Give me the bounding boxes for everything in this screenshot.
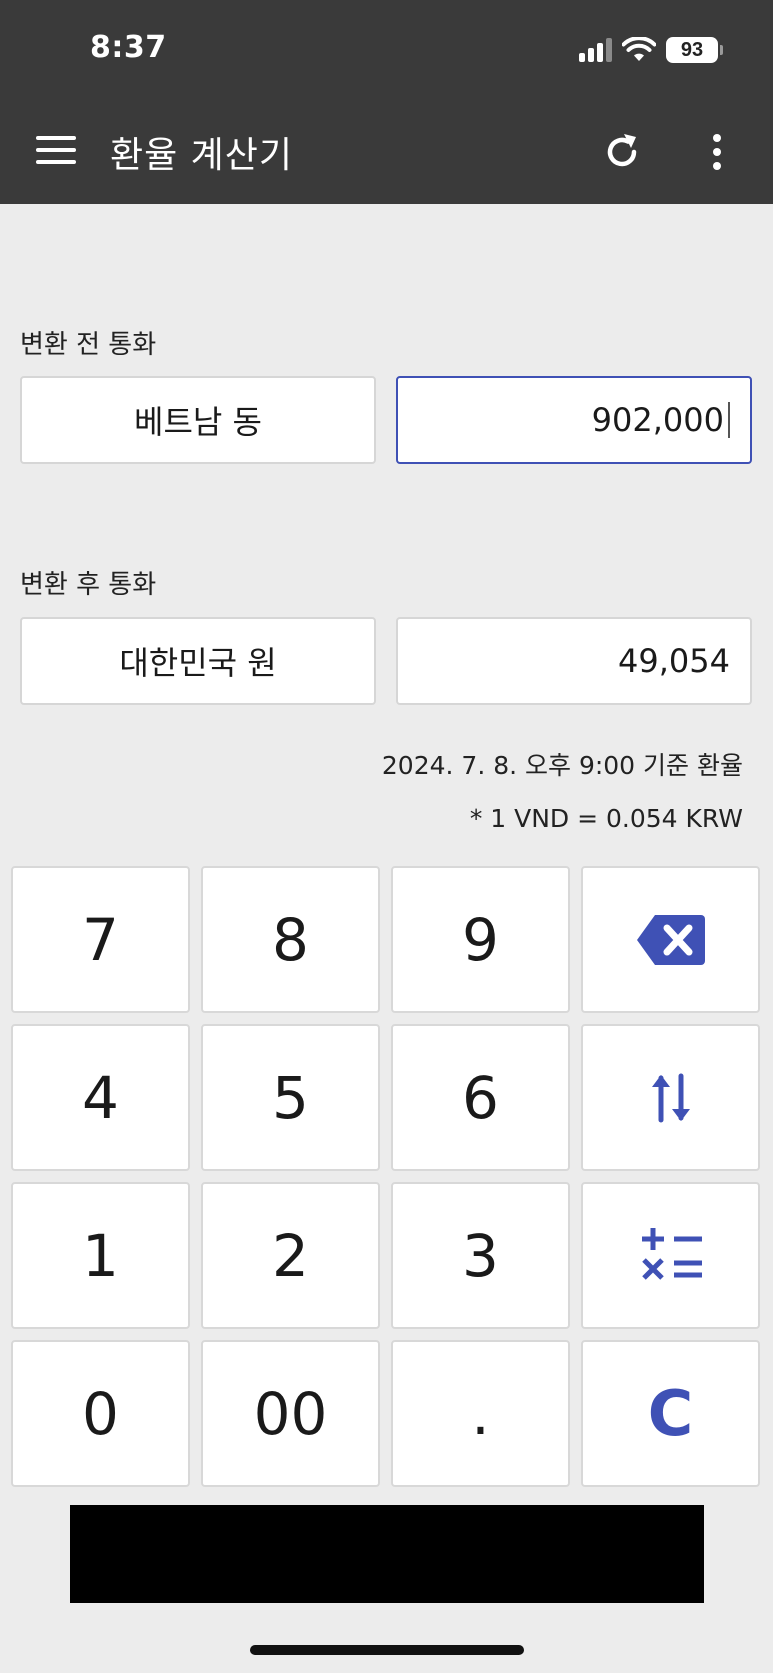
key-4[interactable]: 4: [11, 1024, 190, 1171]
key-9[interactable]: 9: [391, 866, 570, 1013]
refresh-icon[interactable]: [600, 130, 644, 174]
from-currency-select[interactable]: 베트남 동: [20, 376, 376, 464]
swap-arrows-icon: [651, 1073, 690, 1122]
clear-button[interactable]: C: [581, 1340, 760, 1487]
text-caret: [728, 402, 730, 438]
home-indicator[interactable]: [250, 1645, 524, 1655]
clear-label: C: [647, 1377, 694, 1450]
from-amount-input[interactable]: 902,000: [396, 376, 752, 464]
key-1[interactable]: 1: [11, 1182, 190, 1329]
calculator-ops-icon: [641, 1227, 702, 1280]
backspace-icon: [636, 914, 705, 965]
key-00[interactable]: 00: [201, 1340, 380, 1487]
ad-banner[interactable]: [70, 1505, 704, 1603]
key-decimal[interactable]: .: [391, 1340, 570, 1487]
status-time: 8:37: [90, 30, 167, 65]
app-bar: 환율 계산기: [0, 100, 773, 204]
backspace-button[interactable]: [581, 866, 760, 1013]
to-section-label: 변환 후 통화: [20, 570, 157, 600]
to-amount-output[interactable]: 49,054: [396, 617, 752, 705]
key-8[interactable]: 8: [201, 866, 380, 1013]
to-amount-value: 49,054: [618, 642, 730, 680]
battery-level: 93: [666, 37, 718, 63]
menu-icon[interactable]: [36, 132, 76, 168]
page-title: 환율 계산기: [110, 135, 294, 176]
cellular-signal-icon: [579, 38, 612, 62]
wifi-icon: [622, 37, 656, 61]
key-3[interactable]: 3: [391, 1182, 570, 1329]
status-bar: 8:37 93: [0, 0, 773, 100]
from-amount-value: 902,000: [591, 401, 724, 439]
key-2[interactable]: 2: [201, 1182, 380, 1329]
swap-currency-button[interactable]: [581, 1024, 760, 1171]
key-7[interactable]: 7: [11, 866, 190, 1013]
status-icons: 93: [579, 34, 723, 66]
to-currency-select[interactable]: 대한민국 원: [20, 617, 376, 705]
key-0[interactable]: 0: [11, 1340, 190, 1487]
key-5[interactable]: 5: [201, 1024, 380, 1171]
calculator-button[interactable]: [581, 1182, 760, 1329]
battery-icon: 93: [666, 37, 723, 63]
key-6[interactable]: 6: [391, 1024, 570, 1171]
keypad: 7 8 9 4 5 6 1 2 3 0 00 . C: [11, 866, 762, 1487]
more-vert-icon[interactable]: [700, 130, 734, 174]
rate-value-text: * 1 VND = 0.054 KRW: [469, 804, 743, 833]
rate-date-text: 2024. 7. 8. 오후 9:00 기준 환율: [381, 751, 743, 780]
from-section-label: 변환 전 통화: [20, 330, 157, 360]
